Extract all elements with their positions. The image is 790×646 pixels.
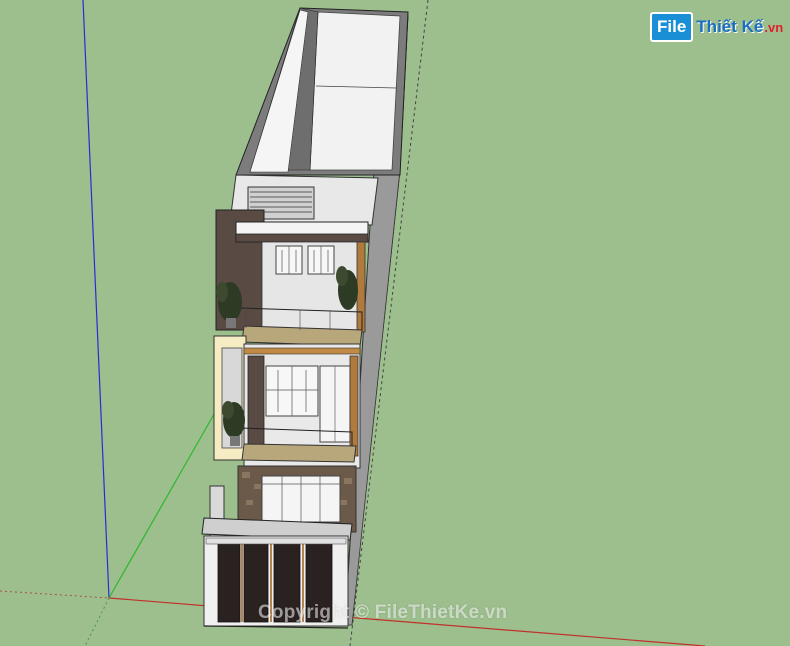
garage-door-1 xyxy=(217,543,241,623)
middle-floor-cladding xyxy=(247,355,265,447)
top-floor-canopy-front xyxy=(235,233,369,243)
garage-lintel xyxy=(205,537,347,545)
logo-brand-ext: .vn xyxy=(764,19,784,35)
logo-brand-text: Thiết Kế xyxy=(696,17,764,36)
site-logo: File Thiết Kế .vn xyxy=(650,12,783,42)
red-axis-dashed xyxy=(0,590,110,599)
house-model[interactable] xyxy=(201,7,409,629)
copyright-watermark: Copyright © FileThietKe.vn xyxy=(258,602,508,623)
logo-brand-box: File xyxy=(650,12,694,42)
middle-floor-wood-trim xyxy=(243,347,361,355)
model-viewport[interactable] xyxy=(0,0,790,646)
middle-wood-post xyxy=(349,355,359,457)
roof-floor xyxy=(309,11,401,171)
top-floor-wood-post xyxy=(356,241,366,333)
green-axis-dashed xyxy=(84,597,110,646)
middle-balcony-floor xyxy=(241,443,357,463)
top-balcony-floor xyxy=(241,325,363,347)
blue-axis xyxy=(82,0,110,599)
